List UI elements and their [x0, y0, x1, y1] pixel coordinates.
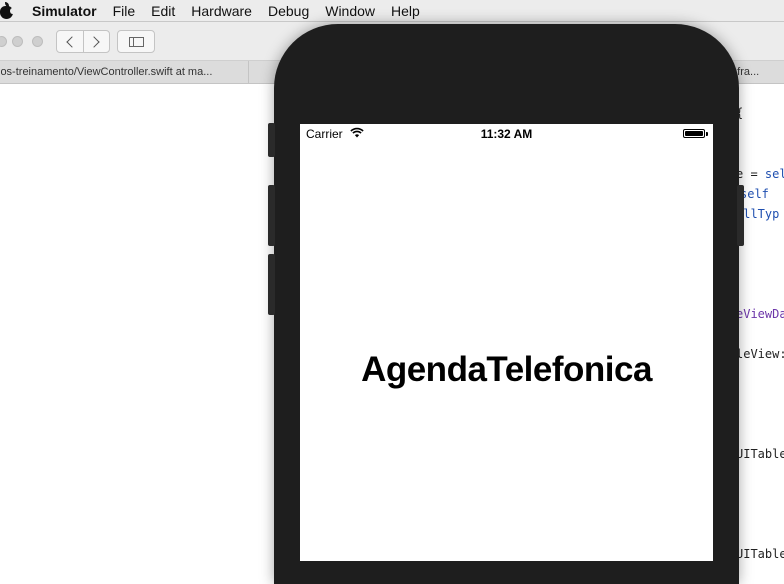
code-line-fragment: e = sel: [736, 167, 784, 181]
volume-down-button[interactable]: [268, 254, 275, 315]
simulator-screen[interactable]: Carrier 11:32 AM AgendaTelefonica: [300, 124, 713, 561]
menu-app-simulator[interactable]: Simulator: [24, 0, 105, 22]
menu-help[interactable]: Help: [383, 0, 428, 22]
menu-hardware[interactable]: Hardware: [183, 0, 260, 22]
status-time: 11:32 AM: [480, 127, 533, 141]
menu-bar: Simulator File Edit Hardware Debug Windo…: [0, 0, 784, 22]
back-button[interactable]: [57, 31, 83, 52]
volume-up-button[interactable]: [268, 185, 275, 246]
battery-icon: [683, 129, 708, 138]
tab-viewcontroller-label: ios-treinamento/ViewController.swift at …: [0, 66, 213, 78]
minimize-window-button[interactable]: [12, 36, 23, 47]
zoom-window-button[interactable]: [32, 36, 43, 47]
status-bar: Carrier 11:32 AM: [300, 124, 713, 144]
menu-debug[interactable]: Debug: [260, 0, 317, 22]
forward-button[interactable]: [82, 31, 110, 52]
sidebar-icon: [129, 37, 144, 47]
code-line-fragment: UITable: [736, 547, 784, 561]
chevron-right-icon: [88, 35, 100, 48]
menu-window[interactable]: Window: [317, 0, 383, 22]
toggle-navigator-button[interactable]: [117, 30, 155, 53]
app-title-label: AgendaTelefonica: [361, 350, 652, 389]
mute-switch[interactable]: [268, 123, 275, 157]
menu-edit[interactable]: Edit: [143, 0, 183, 22]
tab-viewcontroller[interactable]: ios-treinamento/ViewController.swift at …: [0, 61, 248, 83]
code-line-fragment: self: [740, 187, 769, 201]
navigation-buttons: [56, 30, 110, 53]
apple-menu-icon[interactable]: [0, 0, 20, 22]
menu-file[interactable]: File: [105, 0, 144, 22]
code-line-fragment: UITable: [736, 447, 784, 461]
power-button[interactable]: [737, 185, 744, 246]
code-line-fragment: leView:: [736, 347, 784, 361]
code-line-fragment: eViewDa: [736, 307, 784, 321]
chevron-left-icon: [66, 35, 78, 48]
